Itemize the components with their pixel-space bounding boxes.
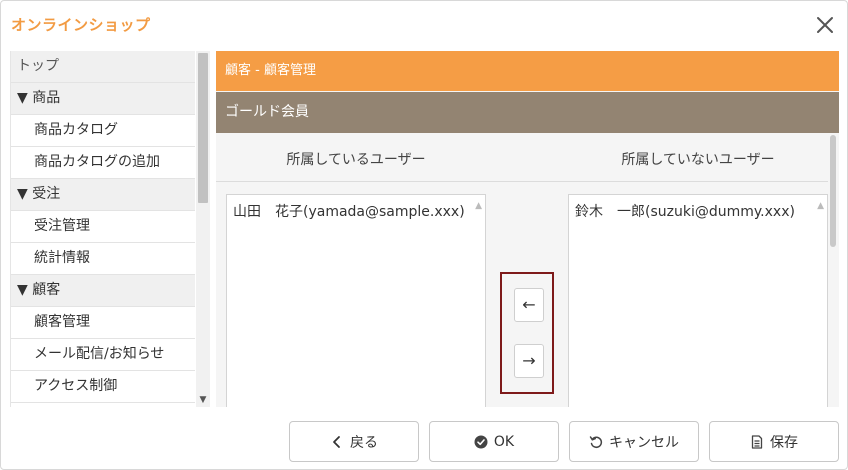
ok-button[interactable]: OK — [429, 421, 559, 462]
save-label: 保存 — [770, 434, 798, 451]
close-button[interactable] — [813, 13, 837, 37]
sidebar-item[interactable]: 商品カタログの追加 — [11, 147, 195, 179]
ok-label: OK — [493, 433, 515, 450]
main-scrollbar[interactable] — [828, 133, 839, 407]
sidebar-category[interactable]: ▼ 顧客 — [11, 275, 195, 307]
sidebar-item[interactable]: 商品カタログ — [11, 115, 195, 147]
sidebar-top[interactable]: トップ — [11, 51, 195, 83]
chevron-left-icon — [333, 435, 340, 448]
main-scroll-thumb[interactable] — [830, 135, 836, 247]
members-heading: 所属しているユーザー — [286, 152, 426, 168]
sidebar-item[interactable]: 受注管理 — [11, 211, 195, 243]
cancel-label: キャンセル — [609, 434, 679, 451]
check-circle-icon — [474, 435, 488, 448]
titlebar: オンラインショップ — [1, 1, 847, 49]
scroll-up-icon[interactable]: ▲ — [475, 201, 482, 211]
sidebar-scrollbar[interactable]: ▼ — [196, 51, 210, 407]
move-left-button[interactable]: ← — [514, 288, 544, 322]
cancel-button[interactable]: キャンセル — [569, 421, 699, 462]
undo-icon — [589, 435, 603, 448]
move-buttons-group: ← → — [500, 272, 554, 394]
sidebar-item[interactable]: メール配信/お知らせ — [11, 339, 195, 371]
list-item[interactable]: 鈴木 一郎(suzuki@dummy.xxx) — [575, 201, 795, 221]
members-list[interactable]: 山田 花子(yamada@sample.xxx) ▲ — [226, 194, 486, 407]
sidebar-category[interactable]: ▼ 受注 — [11, 179, 195, 211]
scroll-down-icon[interactable]: ▼ — [198, 395, 208, 405]
group-name: ゴールド会員 — [216, 92, 839, 133]
sidebar-scroll-thumb[interactable] — [198, 53, 208, 203]
nonmembers-list[interactable]: 鈴木 一郎(suzuki@dummy.xxx) ▲ — [568, 194, 828, 407]
sidebar-category[interactable]: ▼ 商品 — [11, 83, 195, 115]
close-icon — [817, 17, 833, 33]
list-item[interactable]: 山田 花子(yamada@sample.xxx) — [233, 201, 465, 221]
sidebar-item[interactable]: 統計情報 — [11, 243, 195, 275]
move-right-button[interactable]: → — [514, 344, 544, 378]
page-breadcrumb: 顧客 - 顧客管理 — [216, 51, 839, 91]
dialog: オンラインショップ トップ ▼ 商品 商品カタログ 商品カタログの追加 ▼ 受注 受注管理… — [0, 0, 848, 470]
nonmembers-heading: 所属していないユーザー — [621, 152, 775, 168]
app-title: オンラインショップ — [11, 16, 151, 34]
back-label: 戻る — [350, 434, 378, 451]
main-panel: 顧客 - 顧客管理 ゴールド会員 所属しているユーザー 所属していないユーザー … — [216, 51, 839, 407]
scroll-up-icon[interactable]: ▲ — [817, 201, 824, 211]
back-button[interactable]: 戻る — [289, 421, 419, 462]
sidebar-item[interactable]: アクセス制御 — [11, 371, 195, 403]
sidebar: トップ ▼ 商品 商品カタログ 商品カタログの追加 ▼ 受注 受注管理 統計情報 ▼ 顧客 顧客… — [10, 51, 210, 407]
document-icon — [751, 434, 763, 449]
save-button[interactable]: 保存 — [709, 421, 839, 462]
divider — [216, 181, 828, 182]
sidebar-item[interactable]: 顧客管理 — [11, 307, 195, 339]
sidebar-list: トップ ▼ 商品 商品カタログ 商品カタログの追加 ▼ 受注 受注管理 統計情報 ▼ 顧客 顧客… — [11, 51, 195, 403]
